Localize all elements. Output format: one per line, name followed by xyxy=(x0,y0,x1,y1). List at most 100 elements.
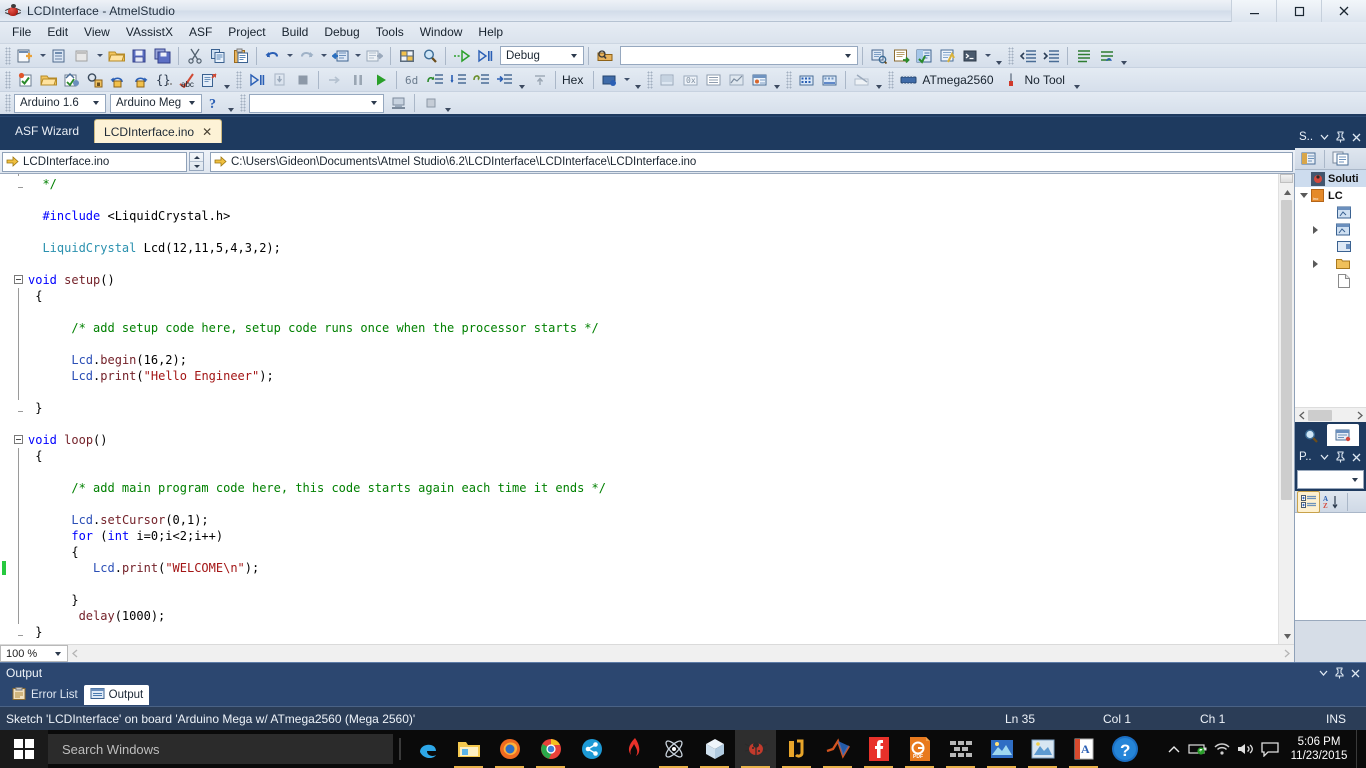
toolbar-overflow-button[interactable] xyxy=(516,69,528,91)
new-project-icon[interactable] xyxy=(14,45,37,67)
toolbar-grip[interactable] xyxy=(240,94,246,112)
chevron-down-icon[interactable] xyxy=(841,47,854,64)
pin-icon[interactable] xyxy=(1333,129,1347,145)
arduino-version-combo[interactable]: Arduino 1.6 xyxy=(14,93,106,113)
menu-edit[interactable]: Edit xyxy=(39,22,76,43)
toolbar-overflow-button[interactable] xyxy=(225,92,237,114)
io-view-icon[interactable]: 0x xyxy=(679,69,702,91)
toolbar-overflow-button[interactable] xyxy=(1118,45,1130,67)
file-path-combo[interactable]: C:\Users\Gideon\Documents\Atmel Studio\6… xyxy=(210,151,1293,172)
tree-row-item[interactable] xyxy=(1295,221,1366,238)
menu-project[interactable]: Project xyxy=(220,22,273,43)
breakpoint-clear-icon[interactable] xyxy=(818,69,841,91)
scroll-left-icon[interactable] xyxy=(68,645,82,662)
facebook-icon[interactable] xyxy=(858,730,899,768)
toolbar-grip[interactable] xyxy=(888,70,895,89)
object-browser-icon[interactable] xyxy=(913,45,936,67)
show-hidden-icons-chevron[interactable] xyxy=(1162,730,1186,768)
trace-icon[interactable] xyxy=(725,69,748,91)
device-label[interactable]: ATmega2560 xyxy=(920,73,999,87)
quick-watch-icon[interactable] xyxy=(936,45,959,67)
properties-grid[interactable] xyxy=(1295,513,1366,620)
tab-find-results[interactable] xyxy=(1297,425,1325,446)
word-icon[interactable]: A xyxy=(1063,730,1104,768)
solution-explorer-icon[interactable] xyxy=(395,45,418,67)
new-file-caret[interactable] xyxy=(94,45,105,67)
close-button[interactable] xyxy=(1321,0,1366,22)
file-explorer-icon[interactable] xyxy=(448,730,489,768)
toolbar-overflow-button[interactable] xyxy=(221,69,233,91)
bookmark-prev-icon[interactable] xyxy=(106,69,129,91)
disable-breakpoints-icon[interactable] xyxy=(850,69,873,91)
code-text-area[interactable]: */ #include <LiquidCrystal.h> LiquidCrys… xyxy=(28,174,1278,644)
spinner-up-icon[interactable] xyxy=(190,153,203,162)
toolbar-overflow-button[interactable] xyxy=(442,92,454,114)
tool-icon[interactable] xyxy=(1000,69,1023,91)
step-over2-icon[interactable] xyxy=(470,69,493,91)
scroll-left-icon[interactable] xyxy=(1295,408,1308,423)
search-input[interactable]: Search Windows xyxy=(48,734,393,764)
copy-icon[interactable] xyxy=(206,45,229,67)
chevron-down-icon[interactable] xyxy=(1316,665,1330,681)
run-to-cursor-icon[interactable] xyxy=(268,69,291,91)
decrease-indent-icon[interactable] xyxy=(1017,45,1040,67)
chevron-down-icon[interactable] xyxy=(1349,471,1361,488)
show-desktop-button[interactable] xyxy=(1356,730,1364,768)
volume-icon[interactable] xyxy=(1234,730,1258,768)
step-into-icon[interactable] xyxy=(323,69,346,91)
start-icon[interactable] xyxy=(369,69,392,91)
device-caret[interactable] xyxy=(621,69,632,91)
braces-icon[interactable]: {} xyxy=(152,69,175,91)
help-question-icon[interactable]: ? xyxy=(202,92,225,114)
solution-tree-hscrollbar[interactable] xyxy=(1295,407,1366,422)
scroll-up-icon[interactable] xyxy=(1279,184,1294,200)
maximize-button[interactable] xyxy=(1276,0,1321,22)
pdf-icon[interactable]: PDF xyxy=(899,730,940,768)
toolbar-grip[interactable] xyxy=(1008,46,1014,65)
split-view-handle[interactable] xyxy=(1280,174,1293,183)
device-programming-icon[interactable] xyxy=(598,69,621,91)
toolbar-grip[interactable] xyxy=(786,70,793,89)
scroll-thumb[interactable] xyxy=(1281,200,1292,500)
properties-object-combo[interactable] xyxy=(1297,470,1364,489)
navigate-forward-icon[interactable] xyxy=(363,45,386,67)
toolbar-grip[interactable] xyxy=(647,70,654,89)
flash-icon[interactable] xyxy=(612,730,653,768)
chevron-down-icon[interactable] xyxy=(185,95,198,112)
menu-asf[interactable]: ASF xyxy=(181,22,220,43)
categorized-icon[interactable] xyxy=(1297,490,1320,513)
tree-toggle-expanded[interactable] xyxy=(1297,193,1310,198)
atom-icon[interactable] xyxy=(653,730,694,768)
close-icon[interactable] xyxy=(1348,665,1362,681)
battery-icon[interactable] xyxy=(1186,730,1210,768)
menu-tools[interactable]: Tools xyxy=(368,22,412,43)
arduino-board-combo[interactable]: Arduino Meg xyxy=(110,93,202,113)
serial-monitor-icon[interactable] xyxy=(387,92,410,114)
quick-find-icon[interactable] xyxy=(593,45,616,67)
photos-icon[interactable] xyxy=(981,730,1022,768)
close-icon[interactable] xyxy=(1349,449,1363,465)
toolbar-grip[interactable] xyxy=(5,70,11,89)
disassembly-icon[interactable]: 6d xyxy=(401,69,424,91)
pin-icon[interactable] xyxy=(1333,449,1347,465)
step-into2-icon[interactable] xyxy=(447,69,470,91)
solution-tree[interactable]: Soluti ino LC xyxy=(1295,170,1366,422)
device-programming-icon[interactable] xyxy=(897,69,920,91)
live-watch-icon[interactable] xyxy=(748,69,771,91)
menu-debug[interactable]: Debug xyxy=(316,22,367,43)
scope-combo[interactable]: LCDInterface.ino xyxy=(2,151,187,172)
menu-view[interactable]: View xyxy=(76,22,118,43)
hex-label[interactable]: Hex xyxy=(560,73,589,87)
navigate-back-icon[interactable] xyxy=(329,45,352,67)
step-out-icon[interactable] xyxy=(424,69,447,91)
scroll-right-icon[interactable] xyxy=(1353,408,1366,423)
menu-build[interactable]: Build xyxy=(274,22,317,43)
tree-row-item[interactable] xyxy=(1295,272,1366,289)
scope-spinner[interactable] xyxy=(189,152,204,171)
open-file-icon[interactable] xyxy=(37,69,60,91)
help-icon[interactable]: ? xyxy=(1104,730,1145,768)
reset-icon[interactable] xyxy=(528,69,551,91)
command-window-caret[interactable] xyxy=(982,45,993,67)
chevron-down-icon[interactable] xyxy=(89,95,102,112)
chrome-icon[interactable] xyxy=(530,730,571,768)
